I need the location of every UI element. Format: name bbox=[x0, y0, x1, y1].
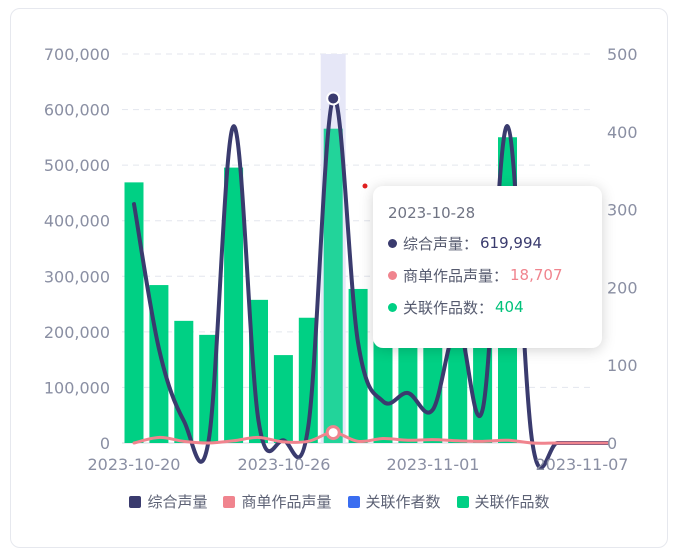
y-left-tick-label: 600,000 bbox=[44, 101, 110, 120]
x-tick-label: 2023-11-01 bbox=[387, 455, 480, 474]
y-right-tick-label: 0 bbox=[607, 434, 617, 453]
x-tick-label: 2023-10-26 bbox=[238, 455, 331, 474]
hover-marker bbox=[325, 425, 341, 441]
tooltip-date: 2023-10-28 bbox=[388, 204, 476, 222]
tooltip-dot bbox=[388, 238, 397, 248]
legend-swatch bbox=[129, 495, 142, 508]
tooltip-row: 商单作品声量： 18,707 bbox=[388, 264, 602, 286]
tooltip-row: 关联作品数： 404 bbox=[388, 296, 602, 318]
tooltip-label: 关联作品数： bbox=[403, 298, 494, 317]
y-right-tick-label: 500 bbox=[607, 45, 638, 64]
x-tick-label: 2023-10-20 bbox=[88, 455, 181, 474]
tooltip-dot bbox=[388, 270, 397, 280]
legend-swatch bbox=[347, 495, 360, 508]
bar bbox=[273, 355, 293, 443]
tooltip: 2023-10-28 综合声量： 619,994 商单作品声量： 18,707 … bbox=[373, 186, 602, 348]
cursor-dot bbox=[362, 183, 368, 189]
tooltip-row: 综合声量： 619,994 bbox=[388, 232, 602, 254]
y-left-tick-label: 400,000 bbox=[44, 212, 110, 231]
tooltip-value: 18,707 bbox=[510, 266, 563, 284]
legend-label: 综合声量 bbox=[147, 493, 208, 511]
legend-item[interactable]: 关联作品数 bbox=[456, 491, 550, 512]
tooltip-value: 404 bbox=[495, 298, 524, 316]
y-right-tick-label: 400 bbox=[607, 123, 638, 142]
legend-label: 商单作品声量 bbox=[241, 493, 332, 511]
legend-label: 关联作品数 bbox=[474, 493, 550, 511]
legend-swatch bbox=[223, 495, 236, 508]
legend-item[interactable]: 商单作品声量 bbox=[223, 491, 332, 512]
tooltip-label: 综合声量： bbox=[403, 234, 479, 253]
y-left-tick-label: 500,000 bbox=[44, 156, 110, 175]
y-right-tick-label: 100 bbox=[607, 356, 638, 375]
legend: 综合声量 商单作品声量 关联作者数 关联作品数 bbox=[0, 491, 679, 512]
y-left-tick-label: 300,000 bbox=[44, 267, 110, 286]
legend-label: 关联作者数 bbox=[365, 493, 441, 511]
bar bbox=[224, 167, 244, 443]
y-right-tick-label: 200 bbox=[607, 278, 638, 297]
bar bbox=[124, 182, 144, 443]
x-tick-label: 2023-11-07 bbox=[536, 455, 629, 474]
bar bbox=[348, 288, 368, 443]
tooltip-value: 619,994 bbox=[480, 234, 543, 252]
y-left-tick-label: 0 bbox=[100, 434, 110, 453]
y-left-tick-label: 100,000 bbox=[44, 378, 110, 397]
legend-swatch bbox=[456, 495, 469, 508]
legend-item[interactable]: 关联作者数 bbox=[347, 491, 441, 512]
tooltip-label: 商单作品声量： bbox=[403, 266, 509, 285]
y-left-tick-label: 200,000 bbox=[44, 323, 110, 342]
y-left-tick-label: 700,000 bbox=[44, 45, 110, 64]
legend-item[interactable]: 综合声量 bbox=[129, 491, 207, 512]
y-right-tick-label: 300 bbox=[607, 201, 638, 220]
hover-marker bbox=[326, 91, 341, 106]
tooltip-dot bbox=[388, 302, 397, 312]
